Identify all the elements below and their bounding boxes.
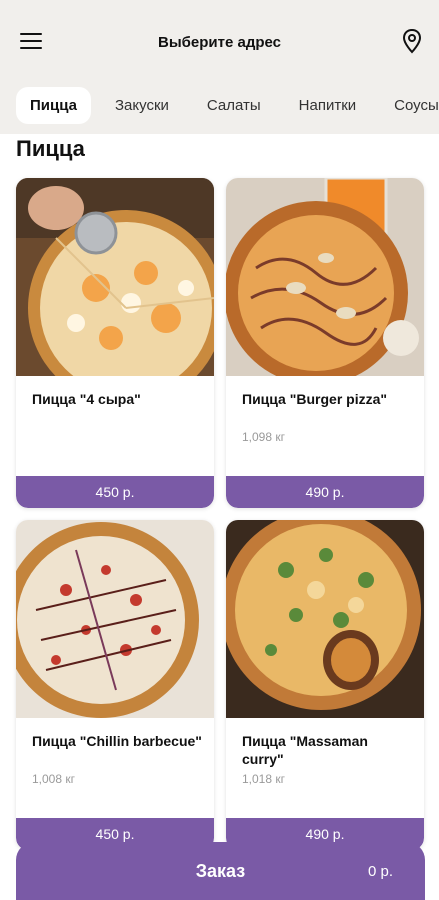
tab-salads[interactable]: Салаты xyxy=(193,87,275,124)
pizza-image xyxy=(226,178,424,376)
product-weight: 1,098 кг xyxy=(242,430,285,444)
price-button[interactable]: 450 р. xyxy=(16,476,214,508)
tab-snacks[interactable]: Закуски xyxy=(101,87,183,124)
product-name: Пицца "Burger pizza" xyxy=(242,391,388,407)
product-name: Пицца "Massaman curry" xyxy=(242,733,368,767)
address-selector[interactable]: Выберите адрес xyxy=(158,34,281,51)
product-name: Пицца "Chillin barbecue" xyxy=(32,733,202,749)
top-bar: Выберите адрес xyxy=(0,0,439,82)
product-card[interactable]: Пицца "4 сыра" 450 р. xyxy=(16,178,214,508)
hamburger-menu-icon[interactable] xyxy=(18,30,44,52)
pizza-image xyxy=(16,178,214,376)
tab-pizza[interactable]: Пицца xyxy=(16,86,91,124)
pizza-image xyxy=(16,520,214,718)
product-card[interactable]: Пицца "Massaman curry" 1,018 кг 490 р. xyxy=(226,520,424,850)
product-weight: 1,008 кг xyxy=(32,772,75,786)
product-card[interactable]: Пицца "Burger pizza" 1,098 кг 490 р. xyxy=(226,178,424,508)
product-card[interactable]: Пицца "Chillin barbecue" 1,008 кг 450 р. xyxy=(16,520,214,850)
pizza-image xyxy=(226,520,424,718)
section-title: Пицца xyxy=(16,136,85,161)
product-name: Пицца "4 сыра" xyxy=(32,391,141,407)
category-tabs: Пицца Закуски Салаты Напитки Соусы xyxy=(0,82,439,128)
price-button[interactable]: 490 р. xyxy=(226,476,424,508)
order-button[interactable]: Заказ 0 р. xyxy=(16,842,425,900)
order-total: 0 р. xyxy=(367,862,393,880)
product-list: Пицца Пицца "4 сыра" 450 р. Пицца "Burge… xyxy=(0,134,439,900)
product-grid: Пицца "4 сыра" 450 р. Пицца "Burger pizz… xyxy=(16,178,425,850)
location-pin-icon[interactable] xyxy=(401,28,423,54)
tab-sauces[interactable]: Соусы xyxy=(380,87,439,124)
tab-drinks[interactable]: Напитки xyxy=(285,87,371,124)
order-label: Заказ xyxy=(195,860,246,881)
product-weight: 1,018 кг xyxy=(242,772,285,786)
